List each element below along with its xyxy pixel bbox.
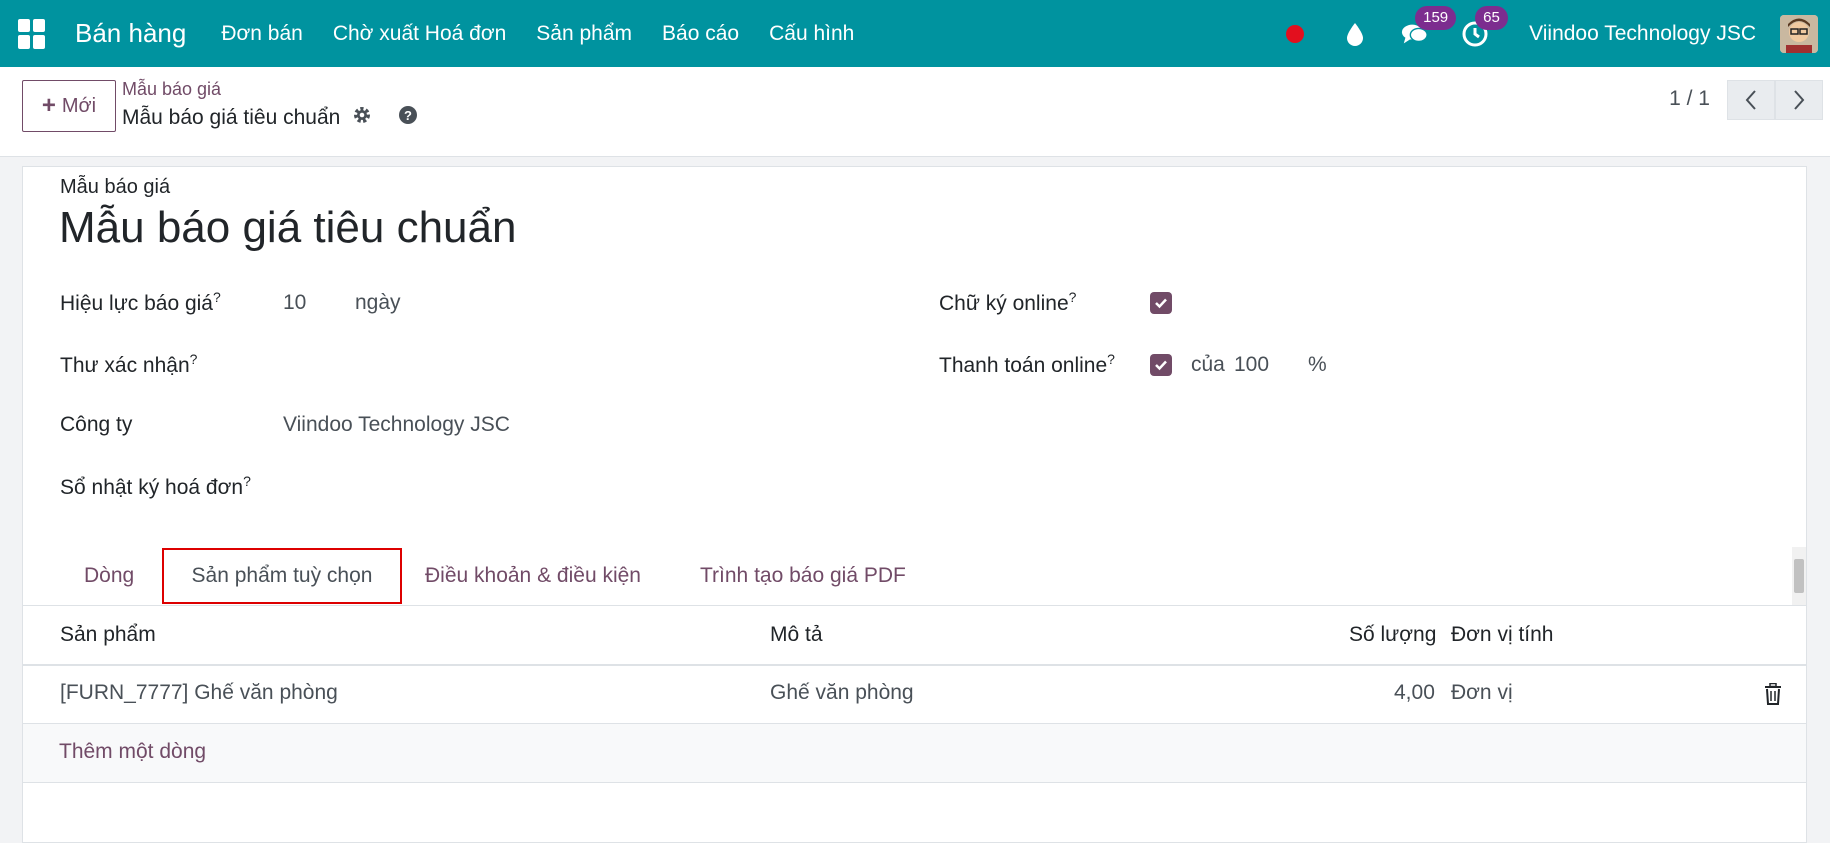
row-divider — [23, 782, 1806, 783]
help-icon[interactable]: ? — [398, 105, 418, 131]
activities-badge: 65 — [1475, 5, 1508, 30]
check-icon — [1155, 298, 1167, 309]
payment-of-label: của — [1191, 353, 1225, 376]
tab-terms-conditions[interactable]: Điều khoản & điều kiện — [425, 564, 641, 588]
confirmation-mail-label: Thư xác nhận? — [60, 351, 198, 377]
messages-badge: 159 — [1415, 5, 1457, 30]
record-title[interactable]: Mẫu báo giá tiêu chuẩn — [59, 203, 516, 253]
company-label: Công ty — [60, 413, 133, 436]
breadcrumb-parent[interactable]: Mẫu báo giá — [122, 79, 221, 100]
form-sheet: Mẫu báo giá Mẫu báo giá tiêu chuẩn Hiệu … — [22, 166, 1807, 843]
control-panel: + Mới Mẫu báo giá Mẫu báo giá tiêu chuẩn… — [0, 67, 1830, 157]
new-button[interactable]: + Mới — [22, 80, 116, 132]
validity-label: Hiệu lực báo giá? — [60, 289, 221, 315]
chevron-right-icon — [1794, 90, 1805, 110]
menu-products[interactable]: Sản phẩm — [536, 22, 632, 46]
menu-configuration[interactable]: Cấu hình — [769, 22, 854, 46]
add-line-row: Thêm một dòng — [23, 724, 1806, 782]
tabs-divider — [23, 605, 1806, 606]
menu-orders[interactable]: Đơn bán — [221, 22, 303, 46]
online-signature-checkbox[interactable] — [1150, 292, 1172, 314]
row-quantity[interactable]: 4,00 — [1394, 681, 1435, 705]
column-header-quantity[interactable]: Số lượng — [1349, 623, 1436, 647]
menu-to-invoice[interactable]: Chờ xuất Hoá đơn — [333, 22, 506, 46]
add-line-link[interactable]: Thêm một dòng — [59, 740, 206, 764]
company-switcher[interactable]: Viindoo Technology JSC — [1529, 22, 1756, 46]
pager-next-button[interactable] — [1775, 80, 1823, 120]
gear-icon[interactable] — [352, 105, 372, 131]
row-uom[interactable]: Đơn vị — [1451, 681, 1513, 705]
new-button-label: Mới — [61, 94, 97, 117]
app-brand[interactable]: Bán hàng — [75, 18, 186, 49]
column-header-product[interactable]: Sản phẩm — [60, 623, 156, 647]
check-icon — [1155, 360, 1167, 371]
row-product[interactable]: [FURN_7777] Ghế văn phòng — [60, 681, 338, 705]
record-icon[interactable] — [1281, 20, 1309, 48]
percent-sign: % — [1308, 353, 1327, 376]
tabs-scrollbar-thumb[interactable] — [1794, 559, 1804, 593]
top-navbar: Bán hàng Đơn bán Chờ xuất Hoá đơn Sản ph… — [0, 0, 1830, 67]
company-field[interactable]: Viindoo Technology JSC — [283, 413, 510, 437]
row-description[interactable]: Ghế văn phòng — [770, 681, 914, 705]
plus-icon: + — [41, 92, 56, 119]
validity-unit: ngày — [355, 291, 401, 314]
user-avatar[interactable] — [1780, 14, 1818, 53]
online-payment-checkbox[interactable] — [1150, 354, 1172, 376]
online-payment-label: Thanh toán online? — [939, 351, 1115, 377]
breadcrumb-current-label: Mẫu báo giá tiêu chuẩn — [122, 106, 341, 129]
drop-icon[interactable] — [1341, 20, 1369, 48]
column-header-uom[interactable]: Đơn vị tính — [1451, 623, 1553, 647]
messages-icon[interactable]: 159 — [1401, 5, 1457, 48]
chevron-left-icon — [1745, 90, 1756, 110]
activities-icon[interactable]: 65 — [1461, 5, 1508, 48]
menu-reporting[interactable]: Báo cáo — [662, 22, 739, 46]
column-header-description[interactable]: Mô tả — [770, 623, 823, 647]
tab-optional-products[interactable]: Sản phẩm tuỳ chọn — [162, 548, 402, 604]
breadcrumb-current: Mẫu báo giá tiêu chuẩn ? — [122, 105, 418, 131]
pager-value[interactable]: 1 / 1 — [1669, 87, 1710, 111]
pager-previous-button[interactable] — [1727, 80, 1775, 120]
tab-lines[interactable]: Dòng — [84, 564, 134, 588]
tab-pdf-quote-builder[interactable]: Trình tạo báo giá PDF — [700, 564, 906, 588]
journal-label: Sổ nhật ký hoá đơn? — [60, 473, 251, 499]
record-type-label: Mẫu báo giá — [60, 176, 171, 198]
payment-percent-input[interactable]: 100 — [1234, 353, 1269, 377]
svg-text:?: ? — [404, 108, 412, 123]
online-signature-label: Chữ ký online? — [939, 289, 1077, 315]
validity-input[interactable]: 10 — [283, 291, 306, 315]
table-header-divider — [23, 664, 1806, 666]
trash-icon[interactable] — [1764, 682, 1782, 710]
apps-menu-icon[interactable] — [18, 18, 48, 49]
